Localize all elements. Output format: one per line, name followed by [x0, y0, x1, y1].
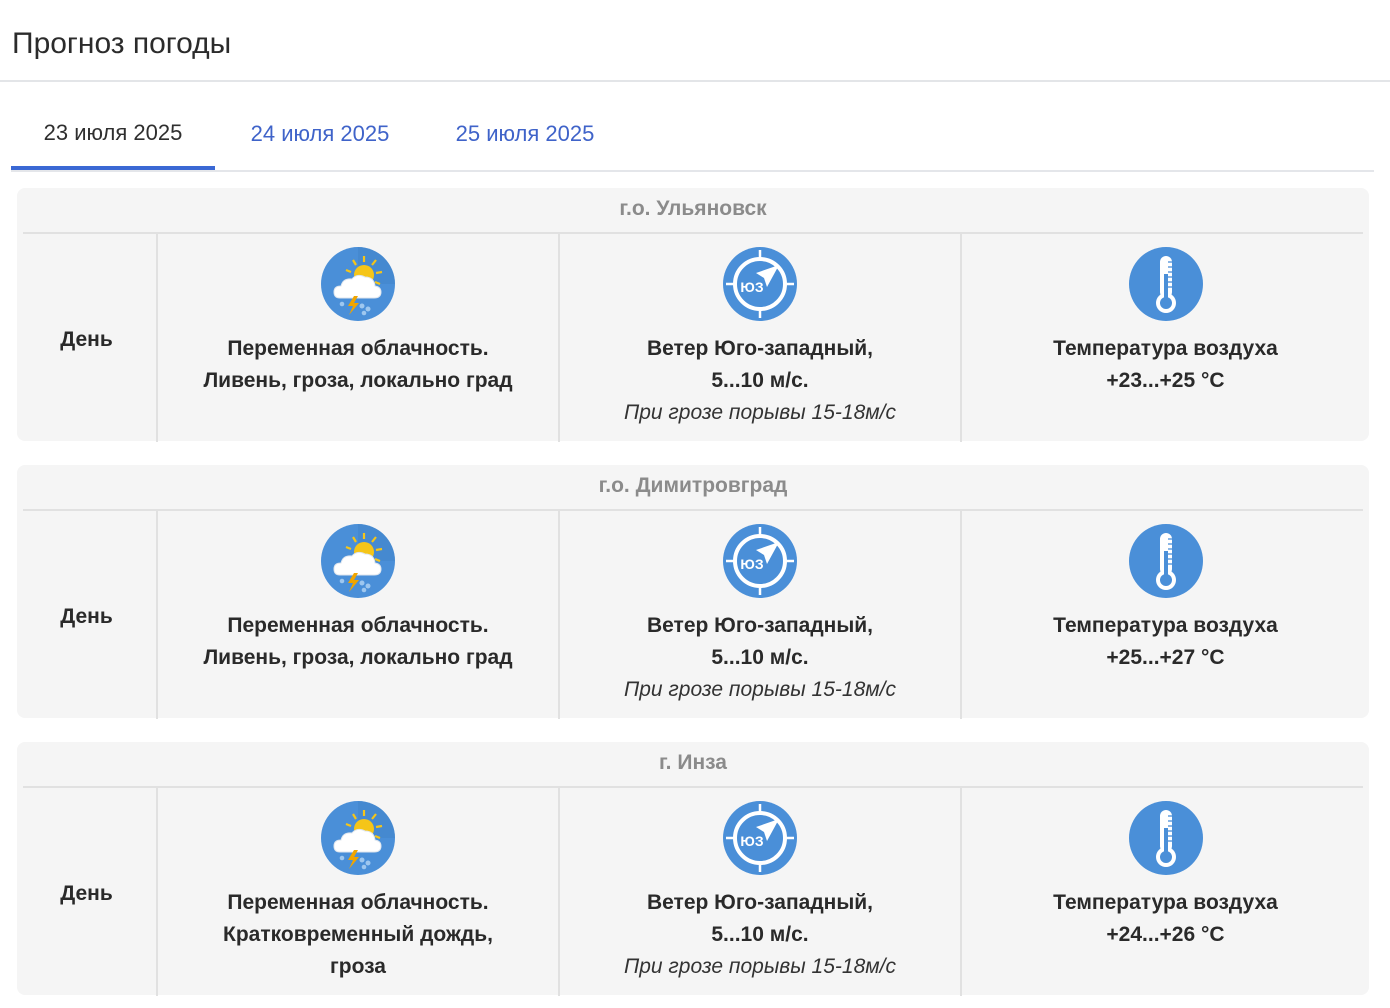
title-divider	[0, 80, 1390, 82]
period-cell: День	[17, 788, 158, 996]
cloud-sun-thunder-icon	[320, 246, 396, 322]
temperature-label: Температура воздуха	[1053, 614, 1278, 637]
wind-line-1: Ветер Юго-западный,	[646, 891, 874, 914]
city-title: г.о. Димитровград	[23, 465, 1363, 511]
weather-cell: Переменная облачность. Кратковременный д…	[158, 788, 560, 996]
weather-line-1: Переменная облачность.	[227, 614, 489, 637]
temperature-value: +24...+26 °С	[1106, 923, 1225, 946]
temperature-cell: Температура воздуха +25...+27 °С	[962, 511, 1369, 719]
weather-cell: Переменная облачность. Ливень, гроза, ло…	[158, 511, 560, 719]
wind-line-1: Ветер Юго-западный,	[646, 337, 874, 360]
forecast-card: г.о. Димитровград День Переменная облачн…	[17, 465, 1369, 719]
thermometer-icon	[1128, 800, 1204, 876]
weather-cell: Переменная облачность. Ливень, гроза, ло…	[158, 234, 560, 442]
wind-compass-sw-icon: ЮЗ	[722, 800, 798, 876]
date-tabs: 23 июля 2025 24 июля 2025 25 июля 2025	[11, 100, 1374, 172]
weather-line-1: Переменная облачность.	[227, 337, 489, 360]
wind-line-2: 5...10 м/с.	[711, 923, 809, 946]
forecast-card: г. Инза День Переменная облачность. Крат…	[17, 742, 1369, 996]
wind-note: При грозе порывы 15-18м/с	[624, 955, 896, 978]
page-title: Прогноз погоды	[12, 27, 232, 60]
weather-line-2: Ливень, гроза, локально град	[203, 369, 513, 392]
tab-date-1[interactable]: 23 июля 2025	[11, 100, 215, 170]
temperature-cell: Температура воздуха +23...+25 °С	[962, 234, 1369, 442]
wind-note: При грозе порывы 15-18м/с	[624, 678, 896, 701]
svg-text:ЮЗ: ЮЗ	[740, 833, 763, 849]
wind-cell: ЮЗ Ветер Юго-западный, 5...10 м/с. При г…	[560, 788, 962, 996]
temperature-label: Температура воздуха	[1053, 891, 1278, 914]
weather-line-3: гроза	[330, 955, 386, 978]
temperature-value: +25...+27 °С	[1106, 646, 1225, 669]
period-cell: День	[17, 234, 158, 442]
temperature-cell: Температура воздуха +24...+26 °С	[962, 788, 1369, 996]
weather-line-1: Переменная облачность.	[227, 891, 489, 914]
forecast-card: г.о. Ульяновск День Переменная облачност…	[17, 188, 1369, 442]
tab-date-3[interactable]: 25 июля 2025	[425, 100, 625, 168]
period-label: День	[60, 605, 113, 628]
thermometer-icon	[1128, 523, 1204, 599]
city-title: г.о. Ульяновск	[23, 188, 1363, 234]
weather-line-2: Ливень, гроза, локально град	[203, 646, 513, 669]
period-label: День	[60, 328, 113, 351]
wind-compass-sw-icon: ЮЗ	[722, 523, 798, 599]
thermometer-icon	[1128, 246, 1204, 322]
temperature-label: Температура воздуха	[1053, 337, 1278, 360]
city-title: г. Инза	[23, 742, 1363, 788]
wind-line-2: 5...10 м/с.	[711, 646, 809, 669]
wind-line-2: 5...10 м/с.	[711, 369, 809, 392]
period-cell: День	[17, 511, 158, 719]
wind-cell: ЮЗ Ветер Юго-западный, 5...10 м/с. При г…	[560, 234, 962, 442]
period-label: День	[60, 882, 113, 905]
svg-text:ЮЗ: ЮЗ	[740, 556, 763, 572]
wind-line-1: Ветер Юго-западный,	[646, 614, 874, 637]
svg-text:ЮЗ: ЮЗ	[740, 279, 763, 295]
weather-line-2: Кратковременный дождь,	[223, 923, 493, 946]
tab-date-2[interactable]: 24 июля 2025	[215, 100, 425, 168]
cloud-sun-thunder-icon	[320, 523, 396, 599]
wind-note: При грозе порывы 15-18м/с	[624, 401, 896, 424]
wind-cell: ЮЗ Ветер Юго-западный, 5...10 м/с. При г…	[560, 511, 962, 719]
cloud-sun-thunder-icon	[320, 800, 396, 876]
temperature-value: +23...+25 °С	[1106, 369, 1225, 392]
wind-compass-sw-icon: ЮЗ	[722, 246, 798, 322]
